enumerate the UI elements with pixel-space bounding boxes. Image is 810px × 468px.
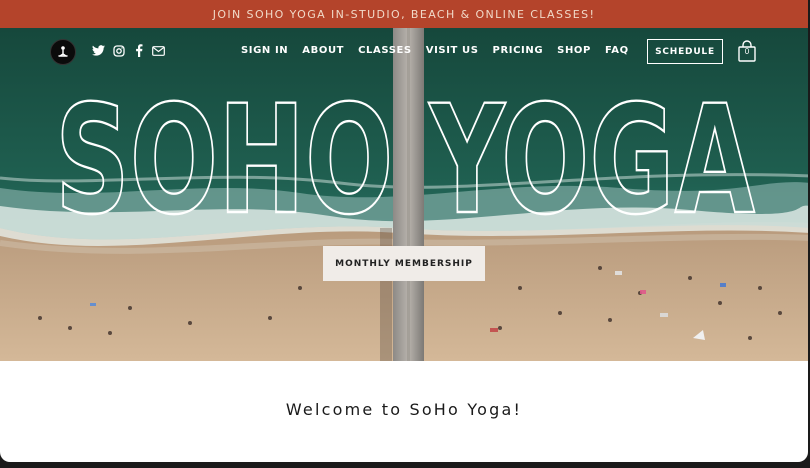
page-frame: JOIN SOHO YOGA IN-STUDIO, BEACH & ONLINE… xyxy=(0,0,808,462)
menu-item-about[interactable]: ABOUT xyxy=(302,45,344,56)
email-icon[interactable] xyxy=(152,44,165,57)
welcome-heading: Welcome to SoHo Yoga! xyxy=(285,400,523,419)
menu-item-classes[interactable]: CLASSES xyxy=(358,45,412,56)
logo-icon[interactable] xyxy=(50,39,76,65)
main-menu: SIGN IN ABOUT CLASSES VISIT US PRICING S… xyxy=(241,45,643,56)
hero-title: SOHO YOGA xyxy=(54,82,756,217)
announcement-text: JOIN SOHO YOGA IN-STUDIO, BEACH & ONLINE… xyxy=(212,7,596,21)
instagram-icon[interactable] xyxy=(112,44,125,57)
cart-button[interactable]: 0 xyxy=(737,40,757,62)
monthly-membership-button[interactable]: MONTHLY MEMBERSHIP xyxy=(323,246,485,281)
top-navigation: SIGN IN ABOUT CLASSES VISIT US PRICING S… xyxy=(0,28,808,76)
menu-item-sign-in[interactable]: SIGN IN xyxy=(241,45,288,56)
social-links xyxy=(92,44,165,57)
menu-item-visit-us[interactable]: VISIT US xyxy=(426,45,479,56)
menu-item-shop[interactable]: SHOP xyxy=(557,45,591,56)
cart-count: 0 xyxy=(744,47,750,56)
facebook-icon[interactable] xyxy=(132,44,145,57)
schedule-button[interactable]: SCHEDULE xyxy=(647,39,723,64)
menu-item-faq[interactable]: FAQ xyxy=(605,45,629,56)
hero-title-text: SOHO YOGA xyxy=(55,82,755,217)
announcement-bar[interactable]: JOIN SOHO YOGA IN-STUDIO, BEACH & ONLINE… xyxy=(0,0,808,28)
menu-item-pricing[interactable]: PRICING xyxy=(493,45,544,56)
twitter-icon[interactable] xyxy=(92,44,105,57)
